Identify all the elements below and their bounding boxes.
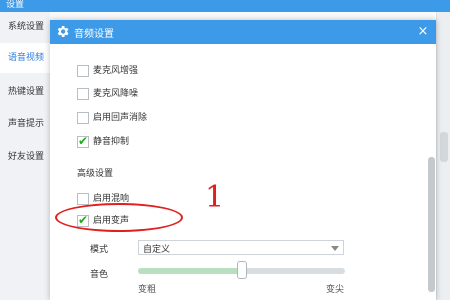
checkbox[interactable] [77,88,89,100]
close-icon[interactable]: × [414,23,432,41]
settings-window-title: 设置 [6,0,25,10]
tone-max-label: 变尖 [326,285,345,295]
sidebar-item-system[interactable]: 系统设置 [0,12,50,42]
option-label: 启用回声消除 [93,113,148,123]
sidebar-item-voice-video[interactable]: 语音视频 [0,43,50,73]
check-icon: ✔ [78,134,89,148]
sidebar-item-sound-alerts[interactable]: 声音提示 [0,109,50,139]
advanced-settings-heading: 高级设置 [77,169,114,179]
option-label: 静音抑制 [93,137,130,147]
settings-window-titlebar: 设置 [0,0,450,12]
sidebar-item-friends[interactable]: 好友设置 [0,142,50,172]
option-label: 麦克风增强 [93,66,139,76]
annotation-highlight-ellipse [55,203,183,232]
mode-select-value: 自定义 [143,245,171,255]
tone-min-label: 变粗 [138,285,157,295]
gear-icon [57,26,69,37]
mode-label: 模式 [90,245,109,255]
sidebar-item-hotkeys[interactable]: 热键设置 [0,77,50,107]
tone-slider-thumb[interactable] [236,261,247,279]
mode-select[interactable]: 自定义 [138,240,344,255]
dialog-scrollbar-thumb[interactable] [428,157,435,292]
tone-label: 音色 [90,270,109,280]
checkbox[interactable] [77,65,89,77]
option-label: 麦克风降噪 [93,89,139,99]
settings-sidebar: 系统设置 语音视频 热键设置 声音提示 好友设置 [0,12,50,300]
tone-slider-fill [138,268,242,274]
settings-scrollbar[interactable] [436,12,450,300]
dialog-title: 音频设置 [74,29,114,40]
settings-scrollbar-thumb[interactable] [440,132,448,162]
checkbox[interactable] [77,112,89,124]
annotation-number: 1 [205,180,225,215]
dialog-titlebar: 音频设置 × [50,20,436,44]
audio-settings-dialog: 音频设置 × 麦克风增强 麦克风降噪 启用回声消除 ✔ 静音抑制 高级设置 启用… [50,20,436,300]
dialog-scrollbar[interactable] [426,44,436,300]
checkbox-checked[interactable]: ✔ [77,134,89,148]
dropdown-arrow-icon [331,246,339,251]
checkbox[interactable] [77,193,89,205]
